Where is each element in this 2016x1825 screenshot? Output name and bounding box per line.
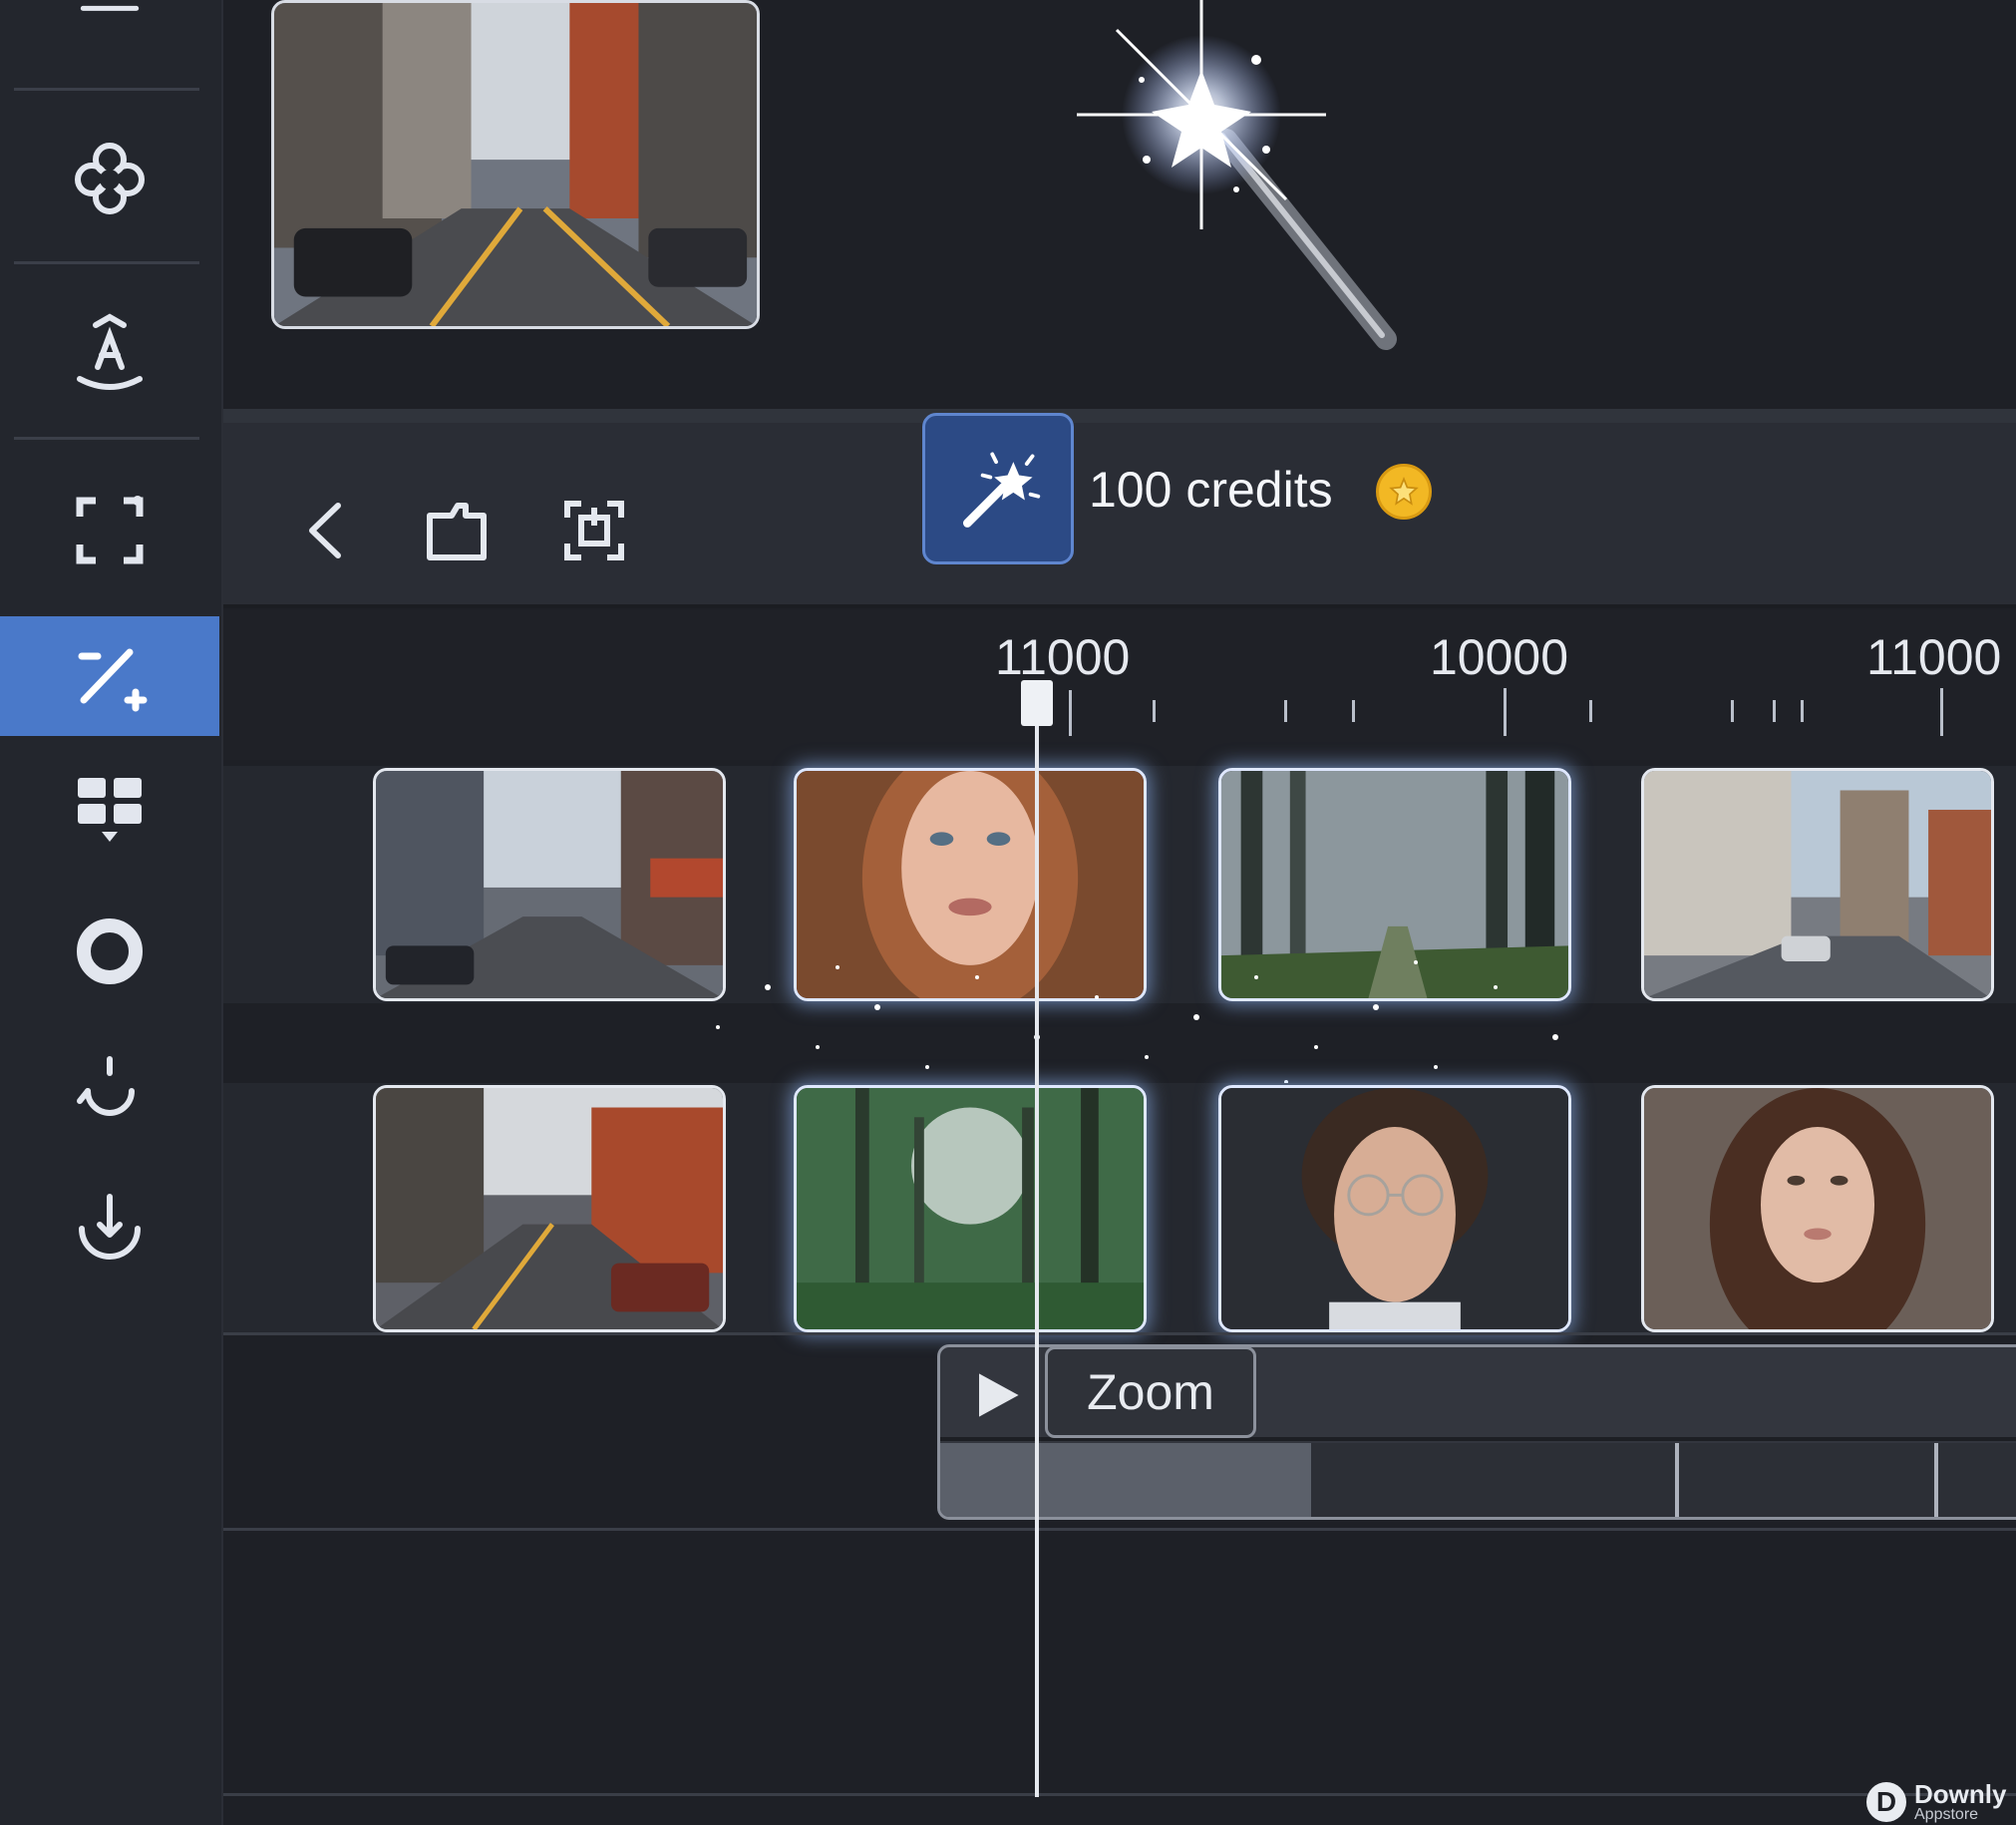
sidebar-divider <box>14 437 199 440</box>
magic-wand-button[interactable] <box>922 413 1074 564</box>
clip-city-corner[interactable] <box>1641 768 1994 1001</box>
folder-clip-icon[interactable] <box>417 491 497 570</box>
ruler-tick <box>1069 690 1072 736</box>
ruler-tick <box>1352 700 1355 722</box>
ruler-tick <box>1940 688 1943 736</box>
timeline-bottom-border <box>223 1793 2016 1796</box>
zoom-effect-chip[interactable]: Zoom <box>1045 1346 1256 1438</box>
magic-add-icon[interactable] <box>0 616 219 736</box>
track-divider <box>223 1528 2016 1531</box>
crop-frame-icon[interactable] <box>0 471 219 590</box>
watermark-sub: Appstore <box>1914 1806 1979 1823</box>
clover-icon[interactable] <box>0 118 219 237</box>
clip-woman-portrait[interactable] <box>794 768 1147 1001</box>
extract-frame-icon[interactable] <box>554 491 634 570</box>
clip-misty-forest[interactable] <box>1218 768 1571 1001</box>
magic-wand-sparkle-icon <box>1057 0 1416 369</box>
ruler-tick <box>1801 700 1804 722</box>
track-divider <box>223 1332 2016 1335</box>
play-button[interactable] <box>947 1352 1047 1438</box>
credits-label: 100 credits <box>1089 462 1333 518</box>
ruler-tick <box>1284 700 1287 722</box>
ruler-tick <box>1731 700 1734 722</box>
effect-segment[interactable] <box>1679 1443 1938 1517</box>
playhead-handle[interactable] <box>1021 680 1053 726</box>
effect-segment[interactable] <box>1938 1443 2016 1517</box>
record-circle-icon[interactable] <box>0 892 219 1011</box>
text-style-icon[interactable] <box>0 291 219 411</box>
ruler-tick <box>1589 700 1592 722</box>
sidebar-divider <box>14 88 199 91</box>
sidebar-divider <box>14 261 199 264</box>
ruler-label: 10000 <box>1430 629 1569 685</box>
watermark-brand: Downly <box>1914 1779 2007 1809</box>
ruler-label: 11000 <box>1866 629 2002 685</box>
layout-grid-icon[interactable] <box>0 750 219 870</box>
clip-green-forest[interactable] <box>794 1085 1147 1332</box>
clip-city-street-sunset[interactable] <box>373 1085 726 1332</box>
downly-logo: D <box>1866 1782 1906 1822</box>
magic-wand-icon <box>962 452 1041 528</box>
chevron-left-icon[interactable] <box>289 491 369 570</box>
clip-man-glasses-portrait[interactable] <box>1218 1085 1571 1332</box>
ruler-tick <box>1773 700 1776 722</box>
ruler-tick <box>1504 688 1507 736</box>
download-icon[interactable] <box>0 1169 219 1288</box>
ruler-label: 11000 <box>995 629 1131 685</box>
sidebar <box>0 0 223 1825</box>
ruler-tick <box>1153 700 1156 722</box>
effect-segment[interactable] <box>940 1443 1311 1517</box>
star-coin-icon <box>1376 464 1432 520</box>
effect-segment[interactable] <box>1311 1443 1679 1517</box>
clip-curly-hair-portrait[interactable] <box>1641 1085 1994 1332</box>
playhead-line <box>1035 688 1039 1797</box>
clip-city-street[interactable] <box>373 768 726 1001</box>
play-icon <box>979 1373 1019 1417</box>
loop-icon[interactable] <box>0 1033 219 1153</box>
watermark: D Downly Appstore <box>1866 1781 2006 1823</box>
menu-icon[interactable] <box>0 0 219 40</box>
city-street-thumbnail <box>271 0 760 329</box>
